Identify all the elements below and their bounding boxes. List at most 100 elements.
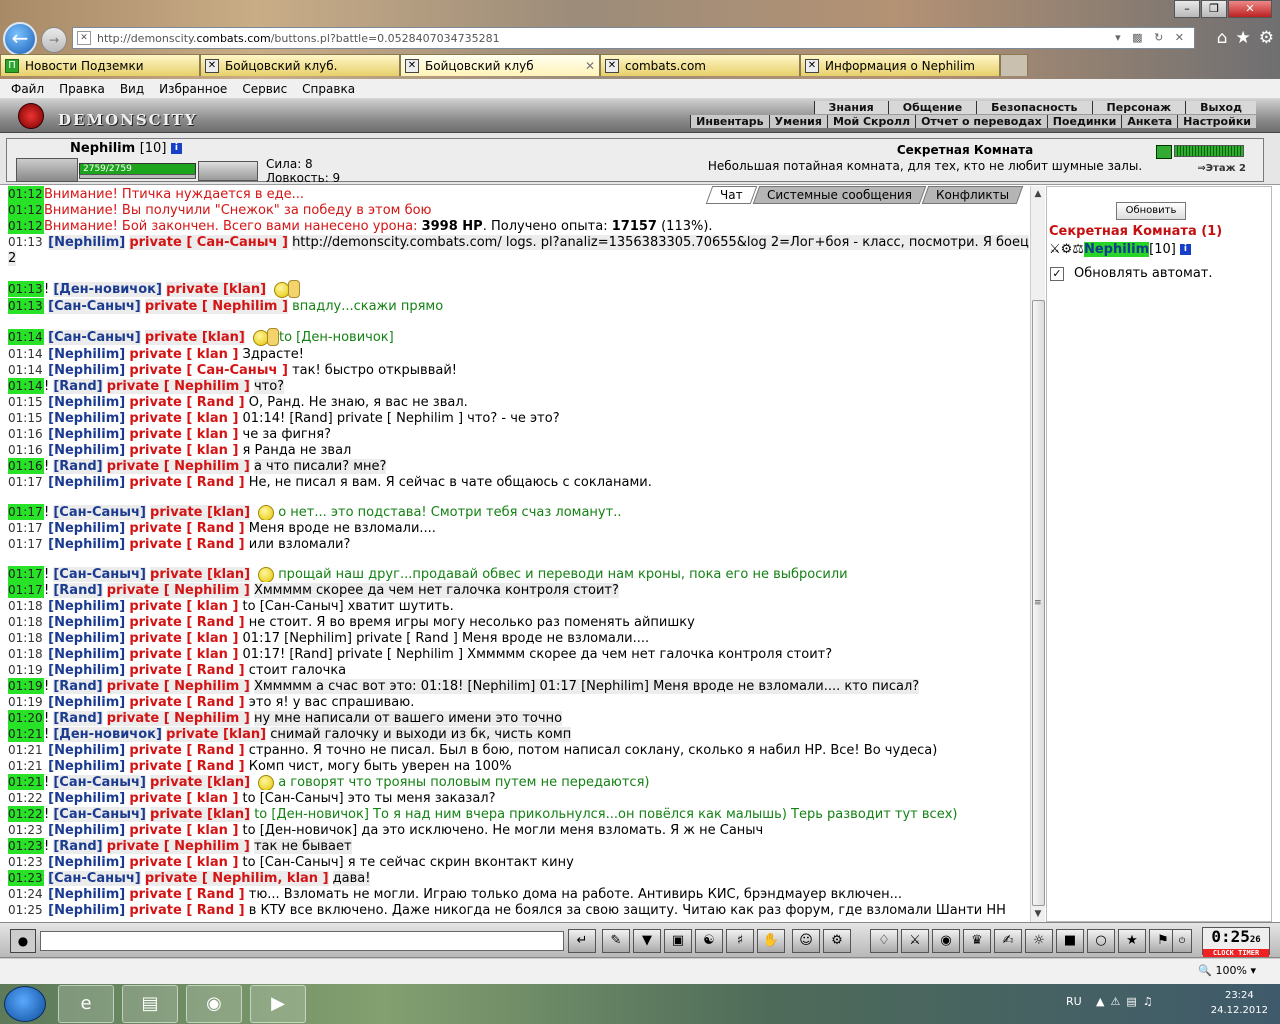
chat-timestamp[interactable]: 01:23 (8, 854, 44, 870)
chat-nick[interactable]: [Nephilim] (48, 855, 125, 870)
private-target[interactable]: private [ Nephilim ] (106, 839, 250, 854)
clear-icon[interactable]: ✎ (602, 929, 630, 953)
menu-tools[interactable]: Сервис (242, 82, 287, 96)
nav-transfers[interactable]: Отчет о переводах (915, 115, 1047, 128)
settings-gear-icon[interactable]: ⚙ (1259, 28, 1274, 48)
chat-timestamp[interactable]: 01:16 (8, 458, 44, 474)
chat-timestamp[interactable]: 01:17 (8, 474, 44, 490)
chat-timestamp[interactable]: 01:21 (8, 726, 44, 742)
chat-nick[interactable]: [Сан-Саныч] (48, 299, 141, 314)
exit-icon[interactable]: ⏻ (1172, 929, 1192, 953)
chrome-taskbar-icon[interactable]: ◉ (186, 985, 242, 1023)
chat-timestamp[interactable]: 01:13 (8, 234, 44, 250)
private-target[interactable]: private [ klan ] (129, 599, 238, 614)
chat-timestamp[interactable]: 01:24 (8, 886, 44, 902)
private-target[interactable]: private [ klan ] (129, 823, 238, 838)
chat-nick[interactable]: [Nephilim] (48, 615, 125, 630)
private-target[interactable]: private [ Rand ] (129, 695, 244, 710)
nav-character[interactable]: Персонаж (1091, 101, 1186, 114)
chat-timestamp[interactable]: 01:17 (8, 520, 44, 536)
group-icon[interactable]: ★ (1118, 929, 1146, 953)
chat-nick[interactable]: [Nephilim] (48, 347, 125, 362)
chat-nick[interactable]: [Nephilim] (48, 759, 125, 774)
chat-nick[interactable]: [Rand] (53, 711, 103, 726)
tray-icons[interactable]: ▲⚠▤♫ (1096, 995, 1159, 1008)
nav-settings[interactable]: Настройки (1177, 115, 1256, 128)
nav-exit[interactable]: Выход (1185, 101, 1256, 114)
private-target[interactable]: private [ klan ] (129, 411, 238, 426)
tab-info[interactable]: ✕ Информация о Nephilim (800, 54, 1000, 76)
potion-icon[interactable]: ♢ (870, 929, 898, 953)
favorites-star-icon[interactable]: ★ (1236, 28, 1251, 48)
chat-mode-icon[interactable]: ● (10, 929, 36, 953)
chat-nick[interactable]: [Nephilim] (48, 647, 125, 662)
nav-battles[interactable]: Поединки (1046, 115, 1122, 128)
chat-timestamp[interactable]: 01:14 (8, 346, 44, 362)
chat-timestamp[interactable]: 01:17 (8, 504, 44, 520)
room-user-name[interactable]: Nephilim (1083, 242, 1150, 257)
chat-nick[interactable]: [Nephilim] (48, 903, 125, 918)
address-bar[interactable]: ✕ http://demonscity. combats.com/buttons.… (72, 27, 1195, 49)
private-target[interactable]: private [ Rand ] (129, 887, 244, 902)
chat-timestamp[interactable]: 01:14 (8, 329, 44, 345)
chat-timestamp[interactable]: 01:23 (8, 870, 44, 886)
chat-nick[interactable]: [Rand] (53, 459, 103, 474)
private-target[interactable]: private [ klan ] (129, 347, 238, 362)
chat-nick[interactable]: [Rand] (53, 679, 103, 694)
chat-timestamp[interactable]: 01:20 (8, 710, 44, 726)
chat-nick[interactable]: [Nephilim] (48, 235, 126, 250)
chat-nick[interactable]: [Nephilim] (48, 743, 125, 758)
chat-nick[interactable]: [Сан-Саныч] (48, 330, 141, 345)
info-icon[interactable]: i (170, 143, 182, 154)
chat-timestamp[interactable]: 01:17 (8, 582, 44, 598)
menu-file[interactable]: Файл (11, 82, 44, 96)
player-name[interactable]: Nephilim [10] i (70, 141, 182, 156)
nav-skills[interactable]: Умения (768, 115, 827, 128)
scroll-down-icon[interactable]: ▼ (1031, 906, 1045, 922)
chat-input[interactable] (40, 931, 564, 951)
private-target[interactable]: private [ Сан-Саныч ] (129, 363, 288, 378)
minimize-button[interactable]: – (1174, 0, 1200, 18)
private-target[interactable]: private [ klan ] (129, 631, 238, 646)
private-target[interactable]: private [ Rand ] (129, 743, 244, 758)
bag-icon[interactable]: ◉ (932, 929, 960, 953)
address-actions-icon[interactable]: ▾ ▩ ↻ ✕ (1115, 31, 1188, 44)
chat-nick[interactable]: [Сан-Саныч] (53, 807, 146, 822)
private-target[interactable]: private [klan] (150, 505, 251, 520)
private-target[interactable]: private [klan] (166, 727, 267, 742)
chat-nick[interactable]: [Nephilim] (48, 823, 125, 838)
chat-nick[interactable]: [Сан-Саныч] (53, 775, 146, 790)
new-tab-button[interactable] (1000, 54, 1028, 76)
chat-nick[interactable]: [Nephilim] (48, 537, 125, 552)
tab-system-messages[interactable]: Системные сообщения (752, 186, 926, 204)
private-target[interactable]: private [ Rand ] (129, 615, 244, 630)
chat-nick[interactable]: [Nephilim] (48, 631, 125, 646)
language-indicator[interactable]: RU (1066, 995, 1082, 1008)
nav-knowledge[interactable]: Знания (813, 101, 888, 114)
chat-nick[interactable]: [Nephilim] (48, 363, 125, 378)
chat-timestamp[interactable]: 01:23 (8, 822, 44, 838)
tab-news[interactable]: П Новости Подземки (0, 54, 200, 76)
start-button[interactable] (4, 986, 46, 1022)
menu-favorites[interactable]: Избранное (159, 82, 227, 96)
chat-timestamp[interactable]: 01:13 (8, 298, 44, 314)
zoom-control[interactable]: 🔍 100% ▾ (1198, 964, 1256, 977)
chat-timestamp[interactable]: 01:16 (8, 442, 44, 458)
chat-timestamp[interactable]: 01:14 (8, 378, 44, 394)
floor-link[interactable]: ⇒Этаж 2 (1197, 163, 1246, 174)
system-clock[interactable]: 23:24 24.12.2012 (1211, 988, 1268, 1018)
player-avatar[interactable] (16, 158, 78, 182)
maximize-button[interactable]: ❐ (1201, 0, 1227, 18)
chat-timestamp[interactable]: 01:19 (8, 662, 44, 678)
media-player-taskbar-icon[interactable]: ▶ (250, 985, 306, 1023)
private-target[interactable]: private [ Rand ] (129, 475, 244, 490)
chat-timestamp[interactable]: 01:23 (8, 838, 44, 854)
private-target[interactable]: private [ klan ] (129, 427, 238, 442)
chat-timestamp[interactable]: 01:15 (8, 410, 44, 426)
menu-view[interactable]: Вид (120, 82, 144, 96)
private-target[interactable]: private [ klan ] (129, 647, 238, 662)
private-target[interactable]: private [ Nephilim ] (106, 459, 250, 474)
chat-timestamp[interactable]: 01:12 (8, 202, 44, 218)
chat-nick[interactable]: [Nephilim] (48, 521, 125, 536)
action-icon[interactable]: ☯ (695, 929, 723, 953)
